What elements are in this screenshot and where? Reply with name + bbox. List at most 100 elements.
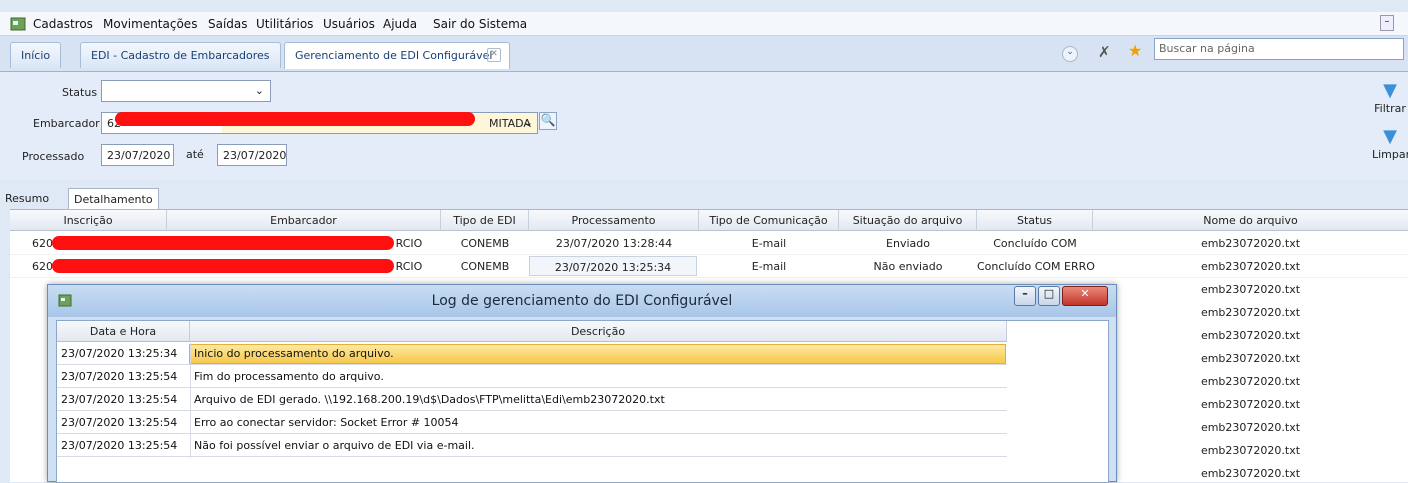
log-row[interactable]: 23/07/2020 13:25:34 Inicio do processame… — [57, 343, 1007, 365]
cell-tipo-edi: CONEMB — [460, 260, 510, 273]
pin-icon[interactable]: ✗ — [1098, 43, 1111, 61]
cell-processamento: 23/07/2020 13:28:44 — [555, 237, 673, 250]
cell-comunicacao: E-mail — [751, 237, 787, 250]
subtab-detalhamento[interactable]: Detalhamento — [68, 188, 159, 209]
tab-edi-cadastro[interactable]: EDI - Cadastro de Embarcadores — [80, 42, 281, 68]
cell-situacao: Não enviado — [873, 260, 943, 273]
processado-label: Processado — [22, 150, 85, 163]
log-row[interactable]: 23/07/2020 13:25:54 Arquivo de EDI gerad… — [57, 389, 1007, 411]
close-icon[interactable]: ✕ — [1062, 286, 1108, 306]
search-input[interactable]: Buscar na página — [1154, 38, 1404, 60]
subtab-resumo[interactable]: Resumo — [0, 188, 54, 209]
log-description: Erro ao conectar servidor: Socket Error … — [194, 416, 459, 429]
menu-cadastros[interactable]: Cadastros — [33, 17, 93, 31]
chevron-down-icon[interactable]: ⌄ — [1062, 46, 1078, 62]
menu-ajuda[interactable]: Ajuda — [383, 17, 417, 31]
col-header[interactable]: Embarcador — [167, 210, 441, 231]
cell-arquivo: emb23072020.txt — [1200, 306, 1301, 319]
log-row[interactable]: 23/07/2020 13:25:54 Fim do processamento… — [57, 366, 1007, 388]
cell-situacao: Enviado — [886, 237, 930, 250]
cell-inscricao: 620 — [32, 237, 53, 250]
cell-arquivo: emb23072020.txt — [1200, 283, 1301, 296]
search-icon[interactable]: 🔍 — [539, 112, 557, 130]
log-datetime: 23/07/2020 13:25:54 — [61, 393, 178, 406]
status-select[interactable]: ⌄ — [101, 80, 271, 102]
redaction — [52, 236, 394, 250]
search-placeholder: Buscar na página — [1159, 42, 1255, 55]
tab-label: Início — [21, 49, 51, 62]
maximize-icon[interactable]: □ — [1038, 286, 1060, 306]
col-header[interactable]: Data e Hora — [57, 321, 190, 342]
log-table: Data e Hora Descrição 23/07/2020 13:25:3… — [56, 320, 1109, 483]
col-header[interactable]: Status — [977, 210, 1093, 231]
chevron-down-icon: ⌄ — [254, 84, 264, 97]
log-description: Arquivo de EDI gerado. \\192.168.200.19\… — [194, 393, 665, 406]
cell-arquivo: emb23072020.txt — [1200, 444, 1301, 457]
ate-label: até — [186, 148, 204, 161]
filter-icon: ▼ — [1383, 80, 1397, 101]
cell-processamento: 23/07/2020 13:25:34 — [529, 256, 697, 276]
minimize-icon[interactable]: – — [1014, 286, 1036, 306]
cell-comunicacao: E-mail — [751, 260, 787, 273]
clear-filter-icon: ▼ — [1383, 126, 1397, 147]
col-header[interactable]: Processamento — [529, 210, 699, 231]
col-header[interactable]: Situação do arquivo — [839, 210, 977, 231]
redaction — [115, 112, 475, 126]
col-header[interactable]: Tipo de Comunicação — [699, 210, 839, 231]
subtab-label: Detalhamento — [74, 193, 153, 206]
limpar-button[interactable]: ▼ Limpar — [1372, 126, 1408, 161]
menu-utilitarios[interactable]: Utilitários — [256, 17, 313, 31]
log-dialog: Log de gerenciamento do EDI Configurável… — [47, 284, 1117, 483]
tab-gerenciamento-edi[interactable]: Gerenciamento de EDI Configurável ✕ — [284, 42, 510, 69]
subtab-label: Resumo — [5, 192, 50, 205]
log-datetime: 23/07/2020 13:25:54 — [61, 416, 178, 429]
status-label: Status — [62, 86, 98, 99]
menu-sair[interactable]: Sair do Sistema — [433, 17, 527, 31]
log-row[interactable]: 23/07/2020 13:25:54 Erro ao conectar ser… — [57, 412, 1007, 434]
log-description: Não foi possível enviar o arquivo de EDI… — [194, 439, 475, 452]
tab-inicio[interactable]: Início — [10, 42, 62, 68]
cell-status: Concluído COM ERRO — [977, 260, 1095, 273]
log-datetime: 23/07/2020 13:25:34 — [61, 347, 178, 360]
tab-label: EDI - Cadastro de Embarcadores — [91, 49, 270, 62]
minimize-app-button[interactable]: – — [1380, 15, 1394, 31]
log-datetime: 23/07/2020 13:25:54 — [61, 370, 178, 383]
cell-arquivo: emb23072020.txt — [1200, 352, 1301, 365]
menu-saidas[interactable]: Saídas — [208, 17, 248, 31]
log-row[interactable]: 23/07/2020 13:25:54 Não foi possível env… — [57, 435, 1007, 457]
cell-arquivo: emb23072020.txt — [1200, 467, 1301, 480]
date-from-input[interactable]: 23/07/2020 — [101, 144, 174, 166]
menu-usuarios[interactable]: Usuários — [323, 17, 375, 31]
filtrar-button[interactable]: ▼ Filtrar — [1372, 80, 1408, 115]
limpar-label: Limpar — [1372, 148, 1408, 161]
log-datetime: 23/07/2020 13:25:54 — [61, 439, 178, 452]
app-icon — [10, 16, 26, 32]
cell-arquivo: emb23072020.txt — [1200, 398, 1301, 411]
date-from-value: 23/07/2020 — [107, 149, 171, 162]
dialog-title-bar[interactable]: Log de gerenciamento do EDI Configurável… — [48, 285, 1116, 317]
cell-arquivo: emb23072020.txt — [1200, 329, 1301, 342]
col-header[interactable]: Nome do arquivo — [1093, 210, 1408, 231]
cell-arquivo: emb23072020.txt — [1200, 260, 1301, 273]
star-icon[interactable]: ★ — [1128, 41, 1142, 60]
cell-arquivo: emb23072020.txt — [1200, 421, 1301, 434]
col-header[interactable]: Inscrição — [10, 210, 167, 231]
dialog-title: Log de gerenciamento do EDI Configurável — [431, 293, 733, 309]
embarcador-label: Embarcador — [33, 117, 100, 130]
cell-status: Concluído COM — [993, 237, 1077, 250]
chevron-down-icon: ⌄ — [523, 116, 533, 129]
col-header[interactable]: Descrição — [190, 321, 1007, 342]
filtrar-label: Filtrar — [1374, 102, 1406, 115]
menu-bar: Cadastros Movimentações Saídas Utilitári… — [0, 12, 1408, 36]
tab-label: Gerenciamento de EDI Configurável — [295, 49, 493, 62]
date-to-value: 23/07/2020 — [223, 149, 287, 162]
date-to-input[interactable]: 23/07/2020 — [217, 144, 287, 166]
log-description: Inicio do processamento do arquivo. — [194, 347, 394, 360]
cell-arquivo: emb23072020.txt — [1200, 237, 1301, 250]
cell-arquivo: emb23072020.txt — [1200, 375, 1301, 388]
col-header[interactable]: Tipo de EDI — [441, 210, 529, 231]
column-divider — [190, 343, 191, 458]
menu-movimentacoes[interactable]: Movimentações — [103, 17, 197, 31]
cell-tipo-edi: CONEMB — [460, 237, 510, 250]
close-tab-icon[interactable]: ✕ — [487, 48, 501, 62]
